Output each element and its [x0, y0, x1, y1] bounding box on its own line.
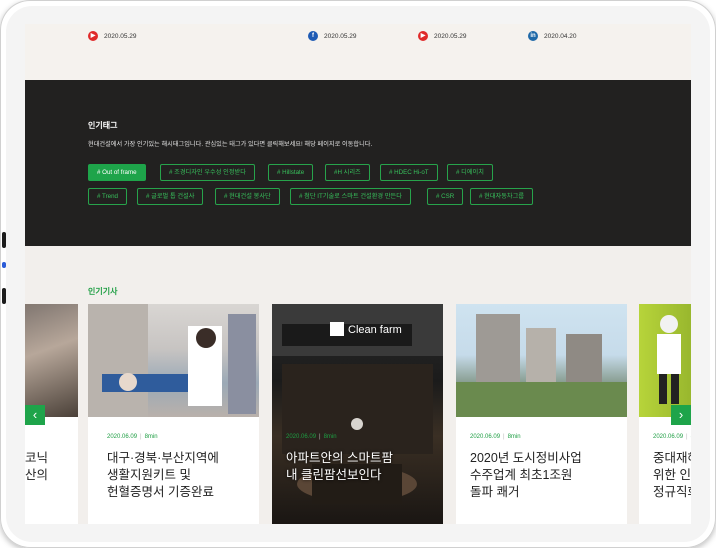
article-title: 2020년 도시정비사업 수주업계 최초1조원 돌파 쾌거: [470, 451, 582, 499]
article-card[interactable]: 2020.06.09 | 8min 대구·경북·부산지역에 생활지원키트 및 헌혈증…: [88, 304, 259, 524]
article-image: [639, 304, 691, 417]
sensor: [2, 262, 6, 268]
article-date: 2020.06.09: [286, 434, 317, 440]
article-meta: 2020.06.09 | 8min: [107, 434, 158, 440]
article-title: 대구·경북·부산지역에 생활지원키트 및 헌혈증명서 기증완료: [107, 451, 219, 499]
tag-button[interactable]: # 첨단 IT기술로 스마트 건설환경 만든다: [290, 188, 411, 205]
article-read-time: 8min: [144, 434, 158, 440]
clean-farm-sign: Clean farm: [348, 324, 402, 336]
tag-button[interactable]: # Hillstate: [268, 164, 314, 181]
article-title: 코닉 산의: [25, 451, 49, 482]
linkedin-icon: in: [528, 31, 538, 41]
tag-button[interactable]: # 디에이치: [447, 164, 493, 181]
section-title: 인기태그: [88, 121, 118, 130]
tag-button[interactable]: # 글로벌 톱 건설사: [137, 188, 204, 205]
article-title: 아파트안의 스마트팜 내 클린팜선보인다: [286, 451, 393, 482]
tag-button[interactable]: # 조경디자인 우수성 인정받다: [160, 164, 255, 181]
tag-button[interactable]: # CSR: [427, 188, 464, 205]
article-image: [456, 304, 627, 417]
article-meta: 2020.06.09 | 8min: [470, 434, 521, 440]
article-title: 중대재해 위한 인 정규직화: [653, 451, 691, 499]
youtube-icon: ▶: [88, 31, 98, 41]
facebook-icon: f: [308, 31, 318, 41]
article-read-time: 8min: [323, 434, 337, 440]
social-feed-strip: ▶ 2020.05.29 f 2020.05.29 ▶ 2020.05.29 i…: [25, 24, 691, 80]
tag-button[interactable]: # HDEC Hi-oT: [380, 164, 438, 181]
popular-tags-section: 인기태그 현대건설에서 가장 인기있는 해시태그입니다. 관심있는 태그가 있다…: [25, 80, 691, 246]
volume-button: [2, 232, 6, 248]
article-image: [88, 304, 259, 417]
social-date: 2020.05.29: [104, 32, 137, 40]
article-image: Clean farm: [272, 304, 443, 524]
social-feed-item[interactable]: ▶ 2020.05.29: [418, 30, 467, 42]
social-date: 2020.05.29: [324, 32, 357, 40]
popular-articles-section: 인기기사 코닉 산의 2020.06.09 | 8min 대구·경북·부산지역에…: [25, 246, 691, 524]
article-card[interactable]: Clean farm 2020.06.09 | 8min 아파트안의 스마트팜 내 …: [272, 304, 443, 524]
tag-button[interactable]: # Trend: [88, 188, 127, 205]
article-meta: 2020.06.09 | 8min: [286, 434, 337, 440]
youtube-icon: ▶: [418, 31, 428, 41]
article-image: [25, 304, 78, 417]
article-card[interactable]: 2020.06.09 | 8min 2020년 도시정비사업 수주업계 최초1조원 …: [456, 304, 627, 524]
social-feed-item[interactable]: in 2020.04.20: [528, 30, 577, 42]
article-date: 2020.06.09: [653, 434, 684, 440]
tag-button[interactable]: # 현대자동차그룹: [470, 188, 534, 205]
tag-button[interactable]: # 현대건설 봉사단: [215, 188, 280, 205]
article-read-time: 8min: [507, 434, 521, 440]
carousel-next-button[interactable]: ›: [671, 405, 691, 425]
section-description: 현대건설에서 가장 인기있는 해시태그입니다. 관심있는 태그가 있다면 클릭해…: [88, 141, 373, 148]
tag-button[interactable]: # Out of frame: [88, 164, 146, 181]
social-feed-item[interactable]: ▶ 2020.05.29: [88, 30, 137, 42]
article-meta: 2020.06.09|8: [653, 434, 691, 440]
tablet-frame: ▶ 2020.05.29 f 2020.05.29 ▶ 2020.05.29 i…: [0, 0, 716, 548]
social-date: 2020.05.29: [434, 32, 467, 40]
volume-button: [2, 288, 6, 304]
section-title: 인기기사: [88, 287, 118, 296]
article-date: 2020.06.09: [470, 434, 501, 440]
social-feed-item[interactable]: f 2020.05.29: [308, 30, 357, 42]
screen: ▶ 2020.05.29 f 2020.05.29 ▶ 2020.05.29 i…: [25, 24, 691, 524]
carousel-prev-button[interactable]: ‹: [25, 405, 45, 425]
social-date: 2020.04.20: [544, 32, 577, 40]
article-date: 2020.06.09: [107, 434, 138, 440]
tag-button[interactable]: #H 시리즈: [325, 164, 370, 181]
